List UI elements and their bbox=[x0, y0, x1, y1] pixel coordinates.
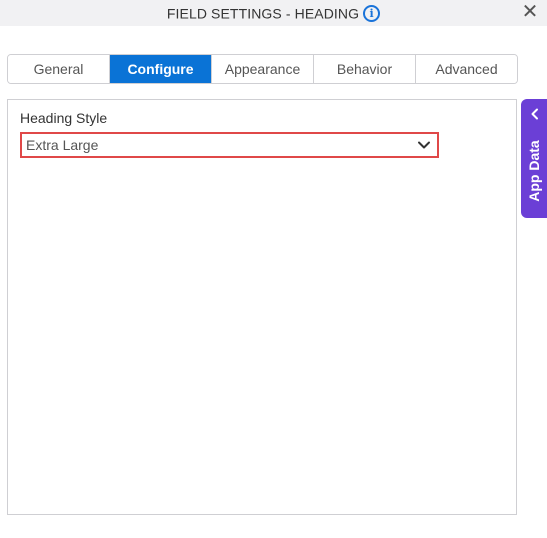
close-icon[interactable]: ✕ bbox=[521, 2, 539, 22]
app-data-label: App Data bbox=[526, 140, 542, 202]
dialog-title-wrap: FIELD SETTINGS - HEADING i bbox=[0, 4, 547, 22]
dialog-titlebar: FIELD SETTINGS - HEADING i ✕ bbox=[0, 0, 547, 26]
info-icon[interactable]: i bbox=[363, 4, 381, 22]
tab-advanced[interactable]: Advanced bbox=[416, 55, 517, 83]
chevron-down-icon bbox=[418, 141, 430, 149]
app-data-tab[interactable]: App Data bbox=[521, 99, 547, 218]
tab-general[interactable]: General bbox=[8, 55, 110, 83]
tab-configure[interactable]: Configure bbox=[110, 55, 212, 83]
heading-style-value: Extra Large bbox=[26, 137, 99, 153]
heading-style-select[interactable]: Extra Large bbox=[20, 132, 439, 158]
settings-tabs: General Configure Appearance Behavior Ad… bbox=[7, 54, 518, 84]
tab-appearance[interactable]: Appearance bbox=[212, 55, 314, 83]
heading-style-label: Heading Style bbox=[20, 110, 108, 126]
dialog-title: FIELD SETTINGS - HEADING bbox=[166, 5, 360, 22]
chevron-left-icon bbox=[531, 108, 538, 120]
tab-behavior[interactable]: Behavior bbox=[314, 55, 416, 83]
configure-panel: Heading Style Extra Large bbox=[7, 99, 517, 515]
